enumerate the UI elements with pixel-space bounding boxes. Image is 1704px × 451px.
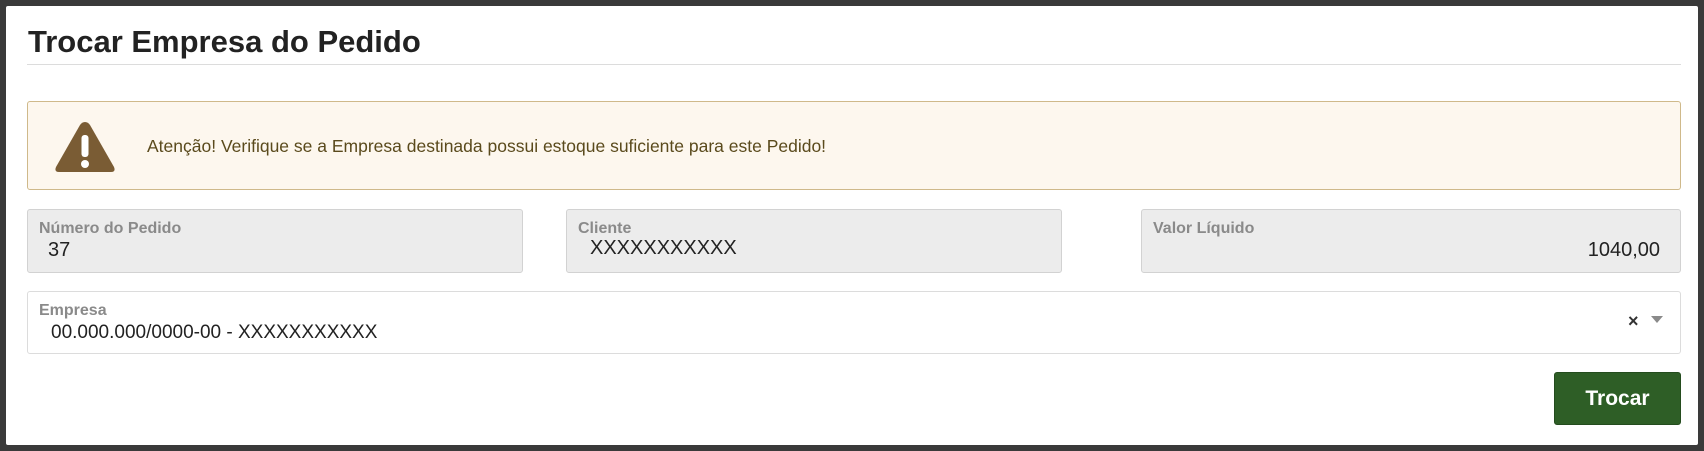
warning-alert: Atenção! Verifique se a Empresa destinad… [27,101,1681,190]
client-label: Cliente [578,220,632,237]
client-value: XXXXXXXXXXX [590,237,737,259]
order-number-value: 37 [48,239,71,261]
dialog-title: Trocar Empresa do Pedido [28,24,421,59]
chevron-down-icon[interactable] [1651,316,1663,323]
net-value-label: Valor Líquido [1153,220,1255,237]
net-value-field: Valor Líquido 1040,00 [1141,209,1681,273]
trocar-button[interactable]: Trocar [1554,372,1681,425]
change-company-dialog: Trocar Empresa do Pedido Atenção! Verifi… [6,6,1698,445]
client-field: Cliente XXXXXXXXXXX [566,209,1062,273]
warning-triangle-icon [55,122,115,172]
order-number-field: Número do Pedido 37 [27,209,523,273]
company-selected-value[interactable]: 00.000.000/0000-00 - XXXXXXXXXXX [51,322,377,344]
alert-message: Atenção! Verifique se a Empresa destinad… [147,136,827,156]
clear-selection-icon[interactable]: × [1628,311,1639,331]
company-select[interactable]: Empresa 00.000.000/0000-00 - XXXXXXXXXXX… [27,291,1681,354]
net-value-amount: 1040,00 [1587,239,1660,261]
order-number-label: Número do Pedido [39,220,182,237]
title-divider [27,64,1681,65]
company-label: Empresa [39,302,107,319]
